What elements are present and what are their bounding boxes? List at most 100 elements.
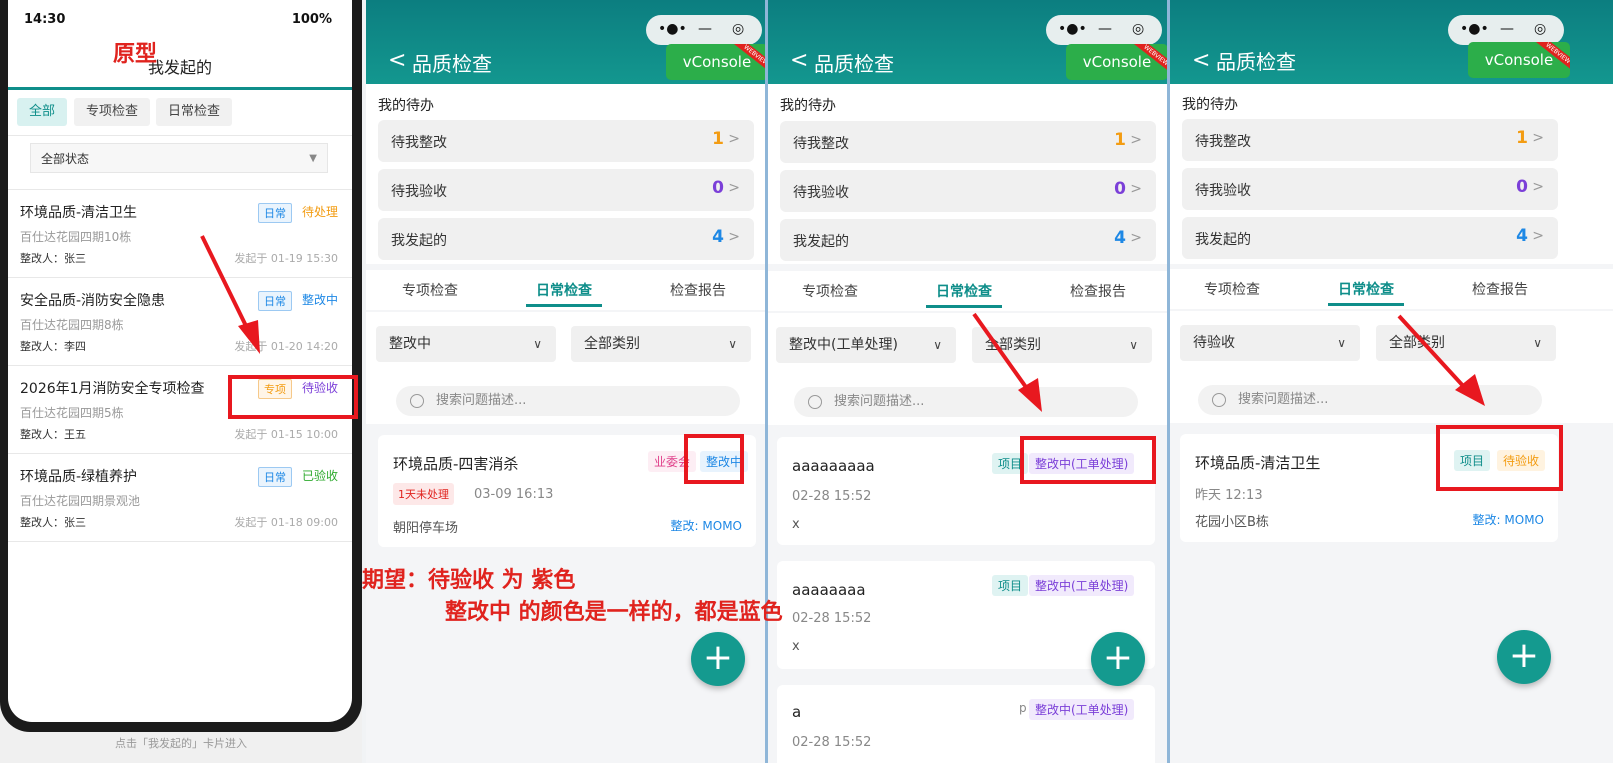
todo-label: 待我整改	[793, 136, 849, 152]
item-person: 整改人：王五	[20, 428, 86, 441]
todo-item-accept[interactable]: 待我验收 0 >	[780, 170, 1156, 212]
tab-daily[interactable]: 日常检查	[936, 281, 992, 301]
more-icon[interactable]: •●•	[1460, 21, 1489, 37]
status-select[interactable]: 全部状态 ▼	[30, 143, 328, 173]
card-time: 02-28 15:52	[792, 611, 872, 626]
tab-daily[interactable]: 日常检查	[1338, 279, 1394, 299]
status-select-value: 整改中	[389, 336, 431, 352]
close-target-icon[interactable]: ◎	[1534, 21, 1546, 37]
todo-count: 4	[1516, 226, 1528, 246]
search-placeholder: 搜索问题描述...	[1238, 392, 1329, 407]
item-location: 百仕达花园四期5栋	[20, 406, 124, 420]
card-location: x	[792, 517, 800, 532]
search-input[interactable]: 搜索问题描述...	[396, 386, 740, 416]
search-input[interactable]: 搜索问题描述...	[794, 387, 1138, 417]
status-select-value: 待验收	[1193, 335, 1235, 351]
search-input[interactable]: 搜索问题描述...	[1198, 385, 1542, 415]
card-title: a	[792, 703, 802, 721]
todo-item-initiated[interactable]: 我发起的 4 >	[378, 218, 754, 260]
todo-count: 0	[1114, 179, 1126, 199]
card-location: x	[792, 639, 800, 654]
tab-special[interactable]: 专项检查	[74, 98, 151, 126]
filter-panel: 整改中(工单处理) ∨ 全部类别 ∨ 搜索问题描述...	[768, 313, 1168, 425]
todo-item-accept[interactable]: 待我验收 0 >	[1182, 168, 1558, 210]
tab-daily[interactable]: 日常检查	[536, 280, 592, 300]
minimize-icon[interactable]: —	[1098, 21, 1112, 37]
item-person: 整改人：张三	[20, 516, 86, 529]
category-select[interactable]: 全部类别 ∨	[1376, 325, 1556, 361]
tab-special[interactable]: 专项检查	[802, 281, 858, 301]
todo-item-initiated[interactable]: 我发起的 4 >	[780, 219, 1156, 261]
vconsole-button[interactable]: vConsole WEBVIEW	[1468, 42, 1570, 78]
todo-count: 1	[712, 129, 724, 149]
item-person: 整改人：张三	[20, 252, 86, 265]
highlight-box	[1436, 425, 1563, 491]
todo-item-rectify[interactable]: 待我整改 1 >	[1182, 119, 1558, 161]
status-select[interactable]: 待验收 ∨	[1180, 325, 1360, 361]
screen-rectifying: < 品质检查 •●• — ◎ vConsole WEBVIEW 我的待办 待我整…	[366, 0, 766, 763]
add-button[interactable]: +	[1497, 630, 1551, 684]
tab-report[interactable]: 检查报告	[1472, 279, 1528, 299]
status-select[interactable]: 整改中 ∨	[376, 326, 556, 362]
mini-program-capsule[interactable]: •●• — ◎	[1448, 15, 1564, 45]
card-time: 昨天 12:13	[1195, 488, 1263, 503]
status-time: 14:30	[24, 12, 66, 27]
chevron-right-icon: >	[728, 180, 740, 196]
item-location: 百仕达花园四期景观池	[20, 494, 141, 508]
chevron-right-icon: >	[1532, 228, 1544, 244]
category-select-value: 全部类别	[985, 337, 1041, 353]
todo-label: 我发起的	[793, 234, 849, 250]
prototype-footer-note: 点击「我发起的」卡片进入	[115, 737, 247, 750]
status-badge: 已验收	[301, 469, 338, 483]
item-title: 2026年1月消防安全专项检查	[20, 381, 205, 397]
tab-report[interactable]: 检查报告	[1070, 281, 1126, 301]
todo-label: 待我整改	[1195, 134, 1251, 150]
add-button[interactable]: +	[691, 632, 745, 686]
category-select[interactable]: 全部类别 ∨	[972, 327, 1152, 363]
todo-item-initiated[interactable]: 我发起的 4 >	[1182, 217, 1558, 259]
minimize-icon[interactable]: —	[1500, 21, 1514, 37]
item-date: 发起于 01-19 15:30	[234, 252, 338, 265]
status-badge: 整改中	[301, 293, 338, 307]
type-tag: 日常	[258, 203, 292, 223]
minimize-icon[interactable]: —	[698, 21, 712, 37]
item-location: 百仕达花园四期10栋	[20, 230, 132, 244]
filter-panel: 待验收 ∨ 全部类别 ∨ 搜索问题描述...	[1170, 311, 1613, 423]
tab-underline	[926, 305, 1002, 308]
add-button[interactable]: +	[1091, 632, 1145, 686]
tab-daily[interactable]: 日常检查	[156, 98, 233, 126]
chevron-down-icon: ∨	[533, 337, 542, 351]
card-title: 环境品质-四害消杀	[393, 455, 519, 473]
category-select[interactable]: 全部类别 ∨	[571, 326, 751, 362]
issue-card[interactable]: a p 整改中(工单处理) 02-28 15:52	[777, 685, 1155, 763]
todo-item-accept[interactable]: 待我验收 0 >	[378, 169, 754, 211]
back-icon[interactable]: <	[1192, 48, 1210, 73]
page-title: 品质检查	[412, 52, 492, 76]
header-bar: < 品质检查 •●• — ◎ vConsole WEBVIEW	[768, 0, 1168, 84]
status-select-value: 整改中(工单处理)	[789, 337, 898, 353]
list-item[interactable]: 环境品质-清洁卫生 日常 待处理 百仕达花园四期10栋 整改人：张三 发起于 0…	[8, 190, 352, 278]
todo-item-rectify[interactable]: 待我整改 1 >	[780, 121, 1156, 163]
highlight-box	[1020, 436, 1156, 484]
vconsole-button[interactable]: vConsole WEBVIEW	[1066, 44, 1168, 80]
search-icon	[1212, 393, 1226, 407]
list-item[interactable]: 安全品质-消防安全隐患 日常 整改中 百仕达花园四期8栋 整改人：李四 发起于 …	[8, 278, 352, 366]
todo-item-rectify[interactable]: 待我整改 1 >	[378, 120, 754, 162]
back-icon[interactable]: <	[388, 48, 406, 73]
page-title: 我发起的	[147, 58, 212, 77]
close-target-icon[interactable]: ◎	[732, 21, 744, 37]
tab-all[interactable]: 全部	[17, 98, 68, 126]
expectation-line1: 期望：待验收 为 紫色	[362, 568, 576, 593]
tab-special[interactable]: 专项检查	[402, 280, 458, 300]
close-target-icon[interactable]: ◎	[1132, 21, 1144, 37]
tab-report[interactable]: 检查报告	[670, 280, 726, 300]
more-icon[interactable]: •●•	[1058, 21, 1087, 37]
vconsole-button[interactable]: vConsole WEBVIEW	[666, 44, 766, 80]
tab-special[interactable]: 专项检查	[1204, 279, 1260, 299]
back-icon[interactable]: <	[790, 48, 808, 73]
mini-program-capsule[interactable]: •●• — ◎	[646, 15, 762, 45]
status-select[interactable]: 整改中(工单处理) ∨	[776, 327, 956, 363]
more-icon[interactable]: •●•	[658, 21, 687, 37]
list-item[interactable]: 环境品质-绿植养护 日常 已验收 百仕达花园四期景观池 整改人：张三 发起于 0…	[8, 454, 352, 542]
mini-program-capsule[interactable]: •●• — ◎	[1046, 15, 1162, 45]
